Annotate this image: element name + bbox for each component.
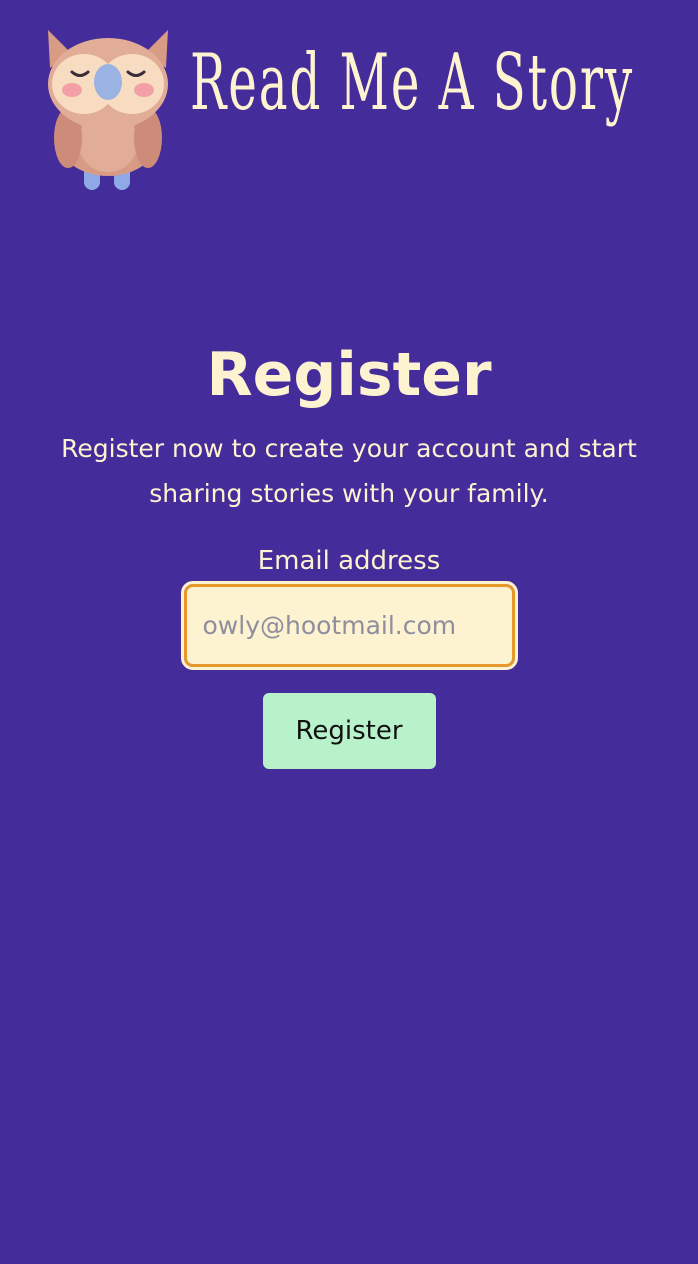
site-title[interactable]: Read Me A Story [190,18,632,148]
intro-text: Register now to create your account and … [61,434,637,508]
register-form: Email address Register [0,542,698,769]
register-button[interactable]: Register [262,693,436,769]
email-field[interactable] [180,581,518,670]
page-title: Register [206,340,492,410]
site-header: Read Me A Story [0,0,698,200]
register-section: Register Register now to create your acc… [0,330,698,769]
email-label: Email address [257,546,441,576]
owl-icon[interactable] [40,24,176,194]
